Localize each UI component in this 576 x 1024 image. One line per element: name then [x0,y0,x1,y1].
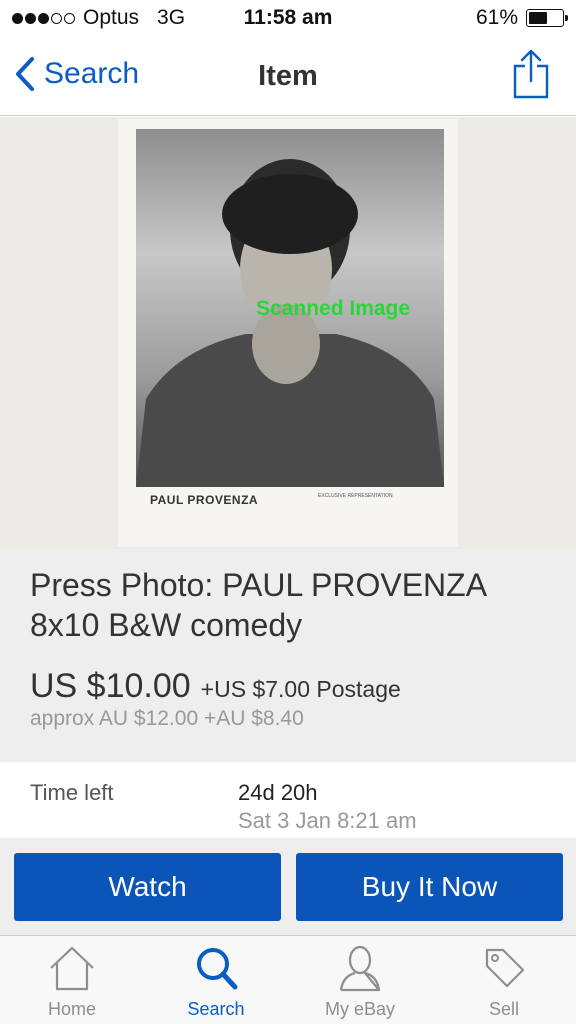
time-left-section: Time left 24d 20h Sat 3 Jan 8:21 am [0,762,576,838]
tab-home[interactable]: Home [12,944,132,1024]
photo-rep-text: EXCLUSIVE REPRESENTATION [318,493,393,499]
time-left-label: Time left [30,780,114,805]
tab-my-ebay[interactable]: My eBay [300,944,420,1024]
tab-search[interactable]: Search [156,944,276,1024]
tab-sell[interactable]: Sell [444,944,564,1024]
tab-bar: Home Search My eBay Sell [0,935,576,1024]
status-right: 61% [475,6,568,30]
tab-home-label: Home [47,999,96,1019]
page-title: Item [258,60,318,92]
watermark-text: Scanned Image [256,297,411,320]
tab-my-ebay-label: My eBay [324,999,396,1019]
battery-percent: 61% [475,6,518,29]
share-button[interactable] [512,48,550,105]
time-left-value: 24d 20h [238,780,318,805]
tag-icon [485,948,525,988]
watch-button[interactable]: Watch [14,853,281,921]
battery-icon [526,9,568,27]
end-time: Sat 3 Jan 8:21 am [238,808,417,833]
portrait-image: Scanned Image [136,129,444,487]
item-info: Press Photo: PAUL PROVENZA 8x10 B&W come… [0,549,576,762]
status-bar: Optus 3G 11:58 am 61% [0,0,576,38]
navigation-bar: Search Item [0,38,576,116]
approx-price: approx AU $12.00 +AU $8.40 [30,707,304,730]
tab-search-label: Search [187,999,245,1019]
item-image-area[interactable]: Scanned Image PAUL PROVENZA EXCLUSIVE RE… [0,117,576,549]
search-icon [197,948,238,990]
share-icon [513,49,549,99]
item-price: US $10.00 [30,667,191,705]
item-photo[interactable]: Scanned Image PAUL PROVENZA EXCLUSIVE RE… [118,119,458,547]
home-icon [50,946,94,991]
photo-caption: PAUL PROVENZA [150,493,259,507]
tab-sell-label: Sell [488,999,519,1019]
price-row: US $10.00 +US $7.00 Postage [30,667,401,706]
postage-cost: +US $7.00 Postage [200,676,401,702]
user-icon [339,945,381,992]
item-title: Press Photo: PAUL PROVENZA 8x10 B&W come… [30,567,486,643]
action-buttons: Watch Buy It Now [0,838,576,935]
buy-it-now-button[interactable]: Buy It Now [296,853,563,921]
